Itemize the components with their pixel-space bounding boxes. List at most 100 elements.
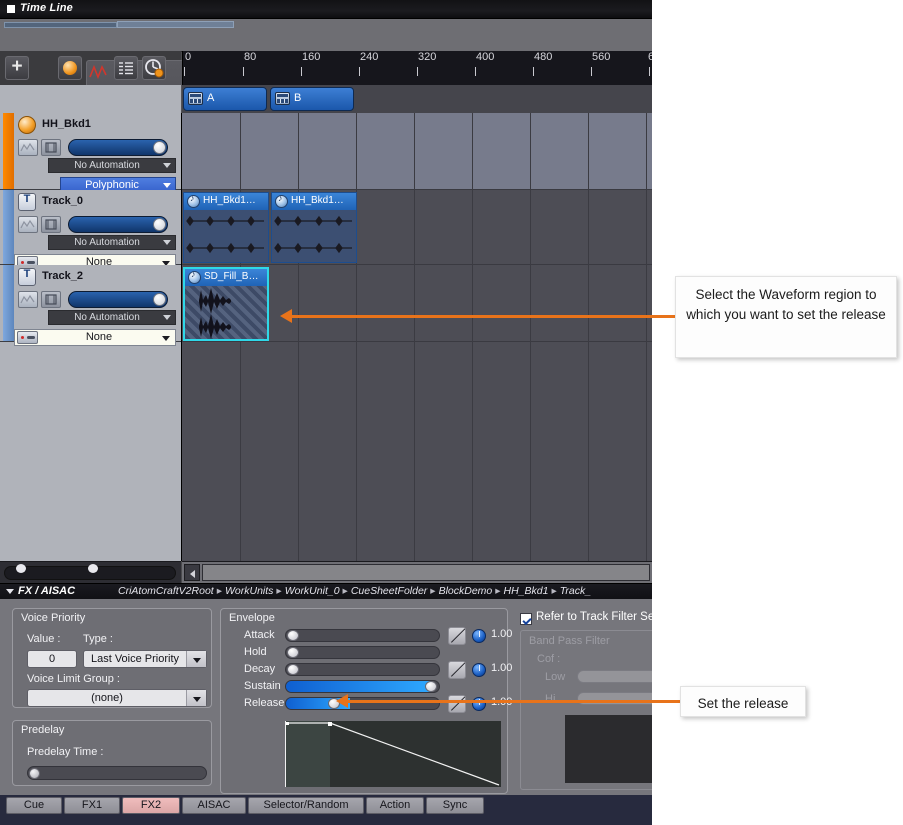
clip-hh-bkd1-a[interactable]: HH_Bkd1… (183, 192, 269, 263)
track-mode-label: None (85, 331, 113, 343)
track-waveform-toggle[interactable] (18, 139, 38, 156)
scroll-track[interactable] (202, 564, 650, 581)
breadcrumb-item[interactable]: CueSheetFolder (351, 585, 427, 597)
breadcrumb-item[interactable]: Track_ (560, 585, 591, 597)
chevron-down-icon[interactable] (6, 589, 14, 594)
zoom-handle-left[interactable] (16, 564, 26, 573)
block-icon (275, 92, 290, 105)
ruler-tick-label: 0 (185, 51, 192, 63)
track-volume-slider[interactable] (68, 291, 168, 308)
slider-knob[interactable] (153, 218, 166, 231)
release-curve-button[interactable] (448, 695, 466, 713)
band-bar-right[interactable] (117, 21, 234, 28)
clip-hh-bkd1-b[interactable]: HH_Bkd1… (271, 192, 357, 263)
band-bar-left[interactable] (4, 22, 117, 28)
timeline-canvas[interactable]: HH_Bkd1… (182, 113, 652, 561)
decay-knob[interactable] (472, 663, 486, 677)
chevron-down-icon[interactable] (186, 690, 206, 706)
track-volume-slider[interactable] (68, 139, 168, 156)
voice-limit-group-combo[interactable]: (none) (27, 689, 207, 707)
envelope-graph[interactable] (285, 721, 501, 787)
track-volume-slider[interactable] (68, 216, 168, 233)
attack-knob[interactable] (472, 629, 486, 643)
sustain-label: Sustain (244, 680, 281, 692)
timeline-lane-hh-bkd1[interactable] (182, 113, 652, 190)
band-pass-filter-subgroup: Band Pass Filter Cof : Low Hi (520, 630, 652, 790)
track-waveform-toggle[interactable] (18, 291, 38, 308)
track-header-hh-bkd1[interactable]: HH_Bkd1 No Automation Polyphonic (0, 113, 181, 193)
tab-aisac[interactable]: AISAC (182, 797, 246, 814)
breadcrumb-item[interactable]: CriAtomCraftV2Root (118, 585, 214, 597)
add-button[interactable] (5, 54, 29, 80)
tab-action[interactable]: Action (366, 797, 424, 814)
track-header-track-2[interactable]: Track_2 No Automation None (0, 265, 181, 346)
track-mute-toggle[interactable] (41, 216, 61, 233)
clip-label: SD_Fill_B… (204, 271, 259, 282)
breadcrumb-item[interactable]: WorkUnits (225, 585, 273, 597)
cue-orb-button[interactable] (58, 56, 82, 80)
tab-fx2[interactable]: FX2 (122, 797, 180, 814)
cof-label: Cof : (537, 653, 561, 665)
release-label: Release (244, 697, 285, 709)
clock-button[interactable] (142, 56, 166, 80)
timeline-horizontal-scrollbar[interactable] (182, 561, 652, 584)
ruler-tick-label: 320 (418, 51, 437, 63)
clip-header: HH_Bkd1… (184, 193, 268, 211)
slider-knob[interactable] (29, 768, 40, 779)
scroll-left-button[interactable] (184, 564, 200, 581)
breadcrumb-item[interactable]: BlockDemo (439, 585, 493, 597)
tab-label: Selector/Random (263, 799, 349, 811)
track-waveform-toggle[interactable] (18, 216, 38, 233)
slider-knob[interactable] (287, 630, 299, 641)
tab-fx1[interactable]: FX1 (64, 797, 120, 814)
hold-slider[interactable] (285, 646, 440, 659)
timeline-toolbar (0, 51, 374, 246)
slider-knob[interactable] (425, 681, 437, 692)
track-automation-combo[interactable]: No Automation (48, 235, 176, 250)
release-callout-arrowhead (336, 694, 348, 708)
track-automation-combo[interactable]: No Automation (48, 158, 176, 173)
window-square-icon (7, 5, 15, 13)
refer-track-filter-checkbox[interactable] (520, 613, 532, 625)
list-button[interactable] (114, 56, 138, 80)
predelay-time-slider[interactable] (27, 766, 207, 780)
timeline-zoom-slider[interactable] (0, 561, 181, 584)
slider-knob[interactable] (287, 664, 299, 675)
attack-curve-button[interactable] (448, 627, 466, 645)
slider-knob[interactable] (153, 141, 166, 154)
attack-slider[interactable] (285, 629, 440, 642)
voice-priority-type-combo[interactable]: Last Voice Priority (83, 650, 207, 668)
sustain-slider[interactable] (285, 680, 440, 693)
tab-sync[interactable]: Sync (426, 797, 484, 814)
envelope-curve (286, 721, 501, 787)
release-slider[interactable] (285, 697, 440, 710)
track-mute-toggle[interactable] (41, 291, 61, 308)
clip-sd-fill-b[interactable]: SD_Fill_B… (183, 267, 269, 341)
track-automation-combo[interactable]: No Automation (48, 310, 176, 325)
orange-sphere-icon (18, 116, 36, 134)
tab-cue[interactable]: Cue (6, 797, 62, 814)
breadcrumb-item[interactable]: WorkUnit_0 (285, 585, 340, 597)
decay-curve-button[interactable] (448, 661, 466, 679)
voice-priority-value-field[interactable]: 0 (27, 650, 77, 668)
chevron-down-icon[interactable] (186, 651, 206, 667)
track-mute-toggle[interactable] (41, 139, 61, 156)
time-ruler[interactable]: 0 80 160 240 320 400 480 560 6 (182, 51, 652, 85)
waveform-orb-icon (187, 193, 200, 208)
block-b[interactable]: B (270, 87, 354, 111)
breadcrumb-item[interactable]: HH_Bkd1 (504, 585, 549, 597)
chevron-down-icon (163, 163, 171, 168)
slider-knob[interactable] (153, 293, 166, 306)
slider-knob[interactable] (287, 647, 299, 658)
zoom-handle-right[interactable] (88, 564, 98, 573)
track-mode-combo[interactable]: None (14, 329, 176, 346)
clip-header: SD_Fill_B… (185, 269, 267, 287)
decay-slider[interactable] (285, 663, 440, 676)
tab-label: Action (379, 799, 411, 811)
block-a[interactable]: A (183, 87, 267, 111)
track-header-strip (0, 85, 181, 114)
tab-label: AISAC (197, 799, 231, 811)
track-header-track-0[interactable]: Track_0 No Automation None (0, 190, 181, 271)
tab-selector-random[interactable]: Selector/Random (248, 797, 364, 814)
timeline-empty-area[interactable] (182, 342, 652, 561)
